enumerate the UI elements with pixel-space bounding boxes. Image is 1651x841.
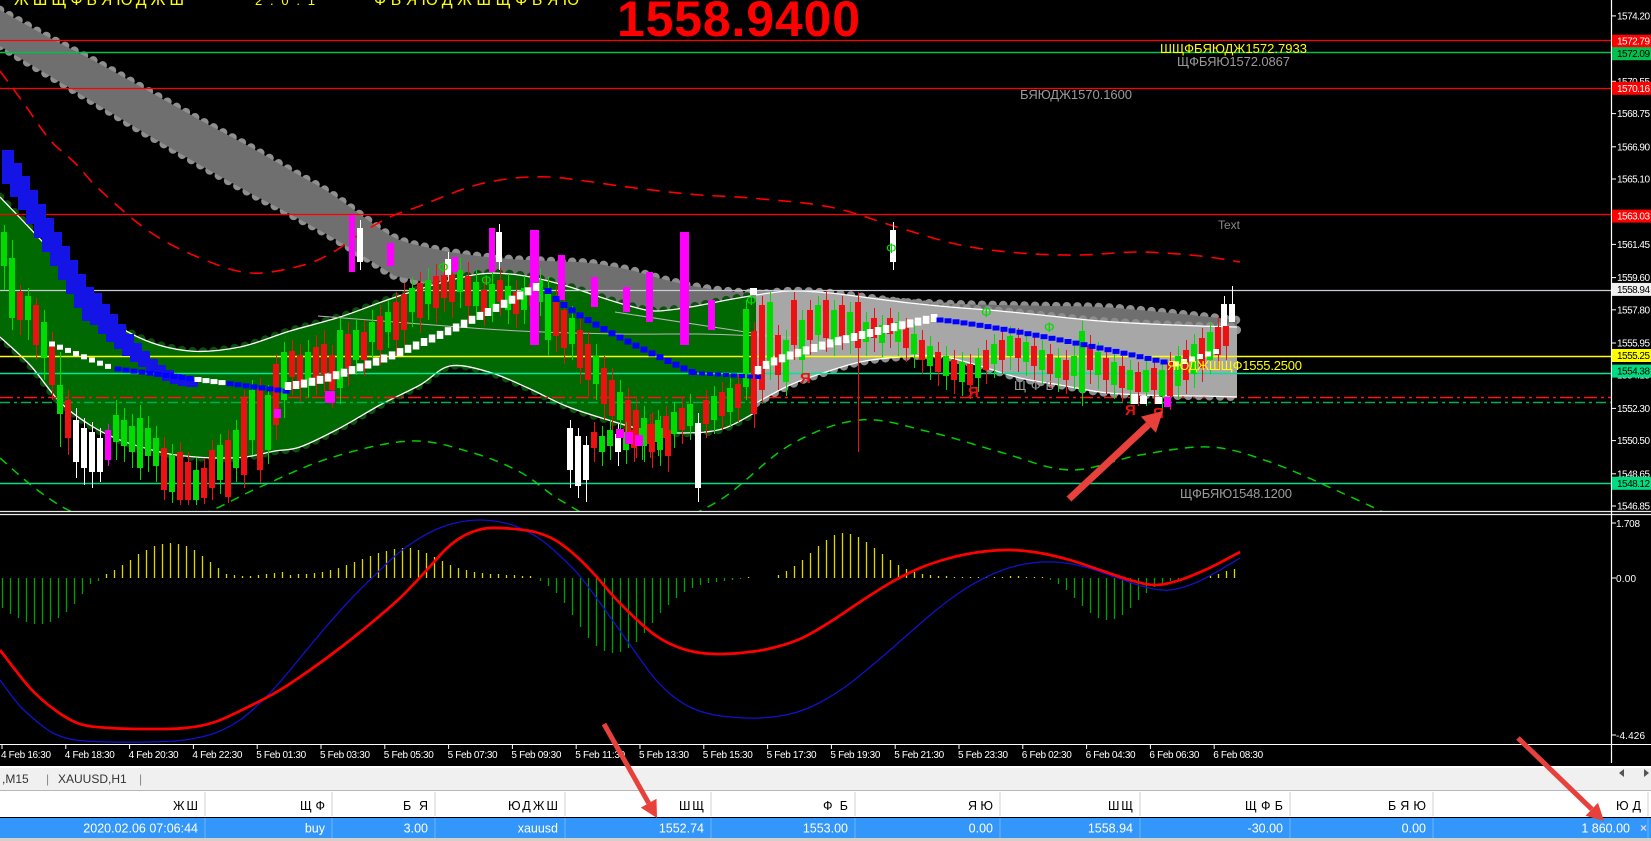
svg-text:1565.10: 1565.10: [1617, 175, 1650, 186]
svg-text:0.00: 0.00: [1616, 574, 1636, 585]
svg-text:5 Feb 09:30: 5 Feb 09:30: [511, 750, 561, 761]
svg-text:×: ×: [1640, 821, 1647, 835]
svg-text:1.708: 1.708: [1616, 519, 1640, 530]
svg-text:6 Feb 08:30: 6 Feb 08:30: [1213, 750, 1263, 761]
svg-text:ЩФБЯЮ1572.0867: ЩФБЯЮ1572.0867: [1177, 54, 1290, 69]
svg-text:6 Feb 06:30: 6 Feb 06:30: [1149, 750, 1199, 761]
svg-text:Ф: Ф: [981, 304, 992, 320]
svg-text:БЯЮДЖ1570.1600: БЯЮДЖ1570.1600: [1020, 87, 1132, 102]
svg-text:5 Feb 07:30: 5 Feb 07:30: [448, 750, 498, 761]
svg-text:1558.94: 1558.94: [1088, 822, 1133, 836]
svg-text:Ф: Ф: [746, 292, 757, 308]
svg-text:ЩФБЯЮ1548.1200: ЩФБЯЮ1548.1200: [1180, 486, 1292, 501]
svg-text:2020.02.06 07:06:44: 2020.02.06 07:06:44: [83, 822, 198, 836]
svg-text:ШЩ: ШЩ: [1108, 799, 1133, 813]
svg-text:5 Feb 03:30: 5 Feb 03:30: [320, 750, 370, 761]
svg-text:4 Feb 22:30: 4 Feb 22:30: [192, 750, 242, 761]
svg-text:6 Feb 04:30: 6 Feb 04:30: [1086, 750, 1136, 761]
svg-text:Text: Text: [1218, 218, 1241, 232]
svg-text:-30.00: -30.00: [1248, 822, 1283, 836]
svg-text:5 Feb 17:30: 5 Feb 17:30: [767, 750, 817, 761]
svg-text:ФБЯЮДЖШЩФБЯЮ: ФБЯЮДЖШЩФБЯЮ: [374, 0, 579, 9]
svg-text:XAUUSD,H1: XAUUSD,H1: [58, 772, 127, 786]
svg-text:5 Feb 23:30: 5 Feb 23:30: [958, 750, 1008, 761]
svg-text:1 860.00: 1 860.00: [1581, 822, 1630, 836]
svg-text:3.00: 3.00: [404, 822, 428, 836]
svg-text:5 Feb 19:30: 5 Feb 19:30: [830, 750, 880, 761]
svg-text:1548.12: 1548.12: [1617, 479, 1650, 490]
svg-text:,M15: ,M15: [2, 772, 29, 786]
svg-text:ЩФБ: ЩФБ: [1245, 799, 1283, 813]
svg-text:|: |: [46, 772, 49, 786]
svg-text:1572.79: 1572.79: [1617, 37, 1650, 48]
svg-text:1559.60: 1559.60: [1617, 273, 1650, 284]
svg-text:ЯЮДЖШЩФ1555.2500: ЯЮДЖШЩФ1555.2500: [1167, 358, 1302, 373]
svg-text:4 Feb 16:30: 4 Feb 16:30: [1, 750, 51, 761]
svg-text:ЯЮ: ЯЮ: [968, 799, 993, 813]
svg-text:Ф: Ф: [481, 272, 492, 288]
svg-text:1561.45: 1561.45: [1617, 240, 1650, 251]
svg-text:1568.75: 1568.75: [1617, 109, 1650, 120]
svg-text:5 Feb 13:30: 5 Feb 13:30: [639, 750, 689, 761]
svg-text:1550.50: 1550.50: [1617, 436, 1650, 447]
svg-text:0.00: 0.00: [1402, 822, 1426, 836]
svg-text:1557.80: 1557.80: [1617, 305, 1650, 316]
svg-text:Ф: Ф: [438, 259, 449, 275]
svg-text:5 Feb 01:30: 5 Feb 01:30: [256, 750, 306, 761]
svg-text:1555.95: 1555.95: [1617, 339, 1650, 350]
svg-text:1563.03: 1563.03: [1617, 212, 1650, 223]
svg-text:Ф: Ф: [1044, 319, 1055, 335]
svg-text:Ф: Ф: [886, 240, 897, 256]
svg-text:|: |: [139, 772, 142, 786]
svg-text:4 Feb 18:30: 4 Feb 18:30: [65, 750, 115, 761]
svg-text:1553.00: 1553.00: [803, 822, 848, 836]
svg-text:4 Feb 20:30: 4 Feb 20:30: [129, 750, 179, 761]
svg-text:5 Feb 21:30: 5 Feb 21:30: [894, 750, 944, 761]
svg-text:1570.16: 1570.16: [1617, 84, 1650, 95]
svg-text:1552.30: 1552.30: [1617, 404, 1650, 415]
svg-text:1546.85: 1546.85: [1617, 502, 1650, 513]
svg-text:ЮДЖШ: ЮДЖШ: [508, 799, 558, 813]
svg-text:ШЩ: ШЩ: [679, 799, 704, 813]
svg-text:6 Feb 02:30: 6 Feb 02:30: [1022, 750, 1072, 761]
svg-text:1566.90: 1566.90: [1617, 142, 1650, 153]
svg-text:Я: Я: [968, 384, 979, 401]
svg-text:1558.9400: 1558.9400: [617, 0, 860, 47]
svg-text:БЯЮ: БЯЮ: [1388, 799, 1426, 813]
svg-text:1558.94: 1558.94: [1617, 285, 1650, 296]
svg-text:buy: buy: [305, 822, 326, 836]
svg-text:1555.25: 1555.25: [1617, 351, 1650, 362]
svg-text:1574.20: 1574.20: [1617, 11, 1650, 22]
svg-text:5 Feb 15:30: 5 Feb 15:30: [703, 750, 753, 761]
svg-text:0.00: 0.00: [969, 822, 993, 836]
svg-text:5 Feb 05:30: 5 Feb 05:30: [384, 750, 434, 761]
svg-text:1572.09: 1572.09: [1617, 49, 1650, 60]
svg-text:Я: Я: [1125, 402, 1136, 419]
svg-text:1554.38: 1554.38: [1617, 367, 1650, 378]
svg-text:ЩФБ: ЩФБ: [1014, 378, 1054, 393]
svg-text:-4.426: -4.426: [1616, 731, 1645, 742]
svg-text:1552.74: 1552.74: [659, 822, 704, 836]
svg-text:Я: Я: [800, 370, 811, 387]
svg-text:xauusd: xauusd: [518, 822, 558, 836]
